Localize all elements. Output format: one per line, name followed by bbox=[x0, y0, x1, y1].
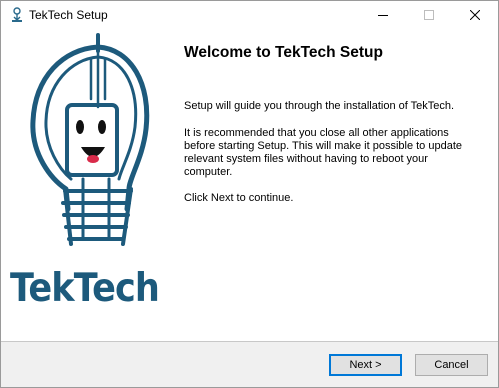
close-button[interactable] bbox=[452, 1, 498, 29]
title-bar[interactable]: TekTech Setup bbox=[1, 1, 498, 29]
logo-wordmark: TekTech bbox=[10, 266, 160, 311]
tektech-mascot-logo bbox=[30, 33, 150, 246]
continue-instruction: Click Next to continue. bbox=[184, 192, 294, 204]
cancel-button[interactable]: Cancel bbox=[415, 354, 488, 376]
minimize-icon bbox=[378, 15, 388, 16]
installer-icon bbox=[9, 7, 25, 23]
intro-text: Setup will guide you through the install… bbox=[184, 100, 455, 112]
maximize-icon bbox=[424, 10, 434, 20]
welcome-heading: Welcome to TekTech Setup bbox=[184, 44, 383, 61]
maximize-button bbox=[406, 1, 452, 29]
setup-window: TekTech Setup TekTech Welcome to TekTech… bbox=[0, 0, 499, 388]
next-button[interactable]: Next > bbox=[329, 354, 402, 376]
window-title: TekTech Setup bbox=[29, 8, 108, 22]
button-bar: Next > Cancel bbox=[1, 342, 498, 387]
recommendation-text: It is recommended that you close all oth… bbox=[184, 127, 463, 178]
minimize-button[interactable] bbox=[360, 1, 406, 29]
wizard-side-image: TekTech bbox=[1, 29, 165, 341]
close-icon bbox=[470, 10, 480, 20]
